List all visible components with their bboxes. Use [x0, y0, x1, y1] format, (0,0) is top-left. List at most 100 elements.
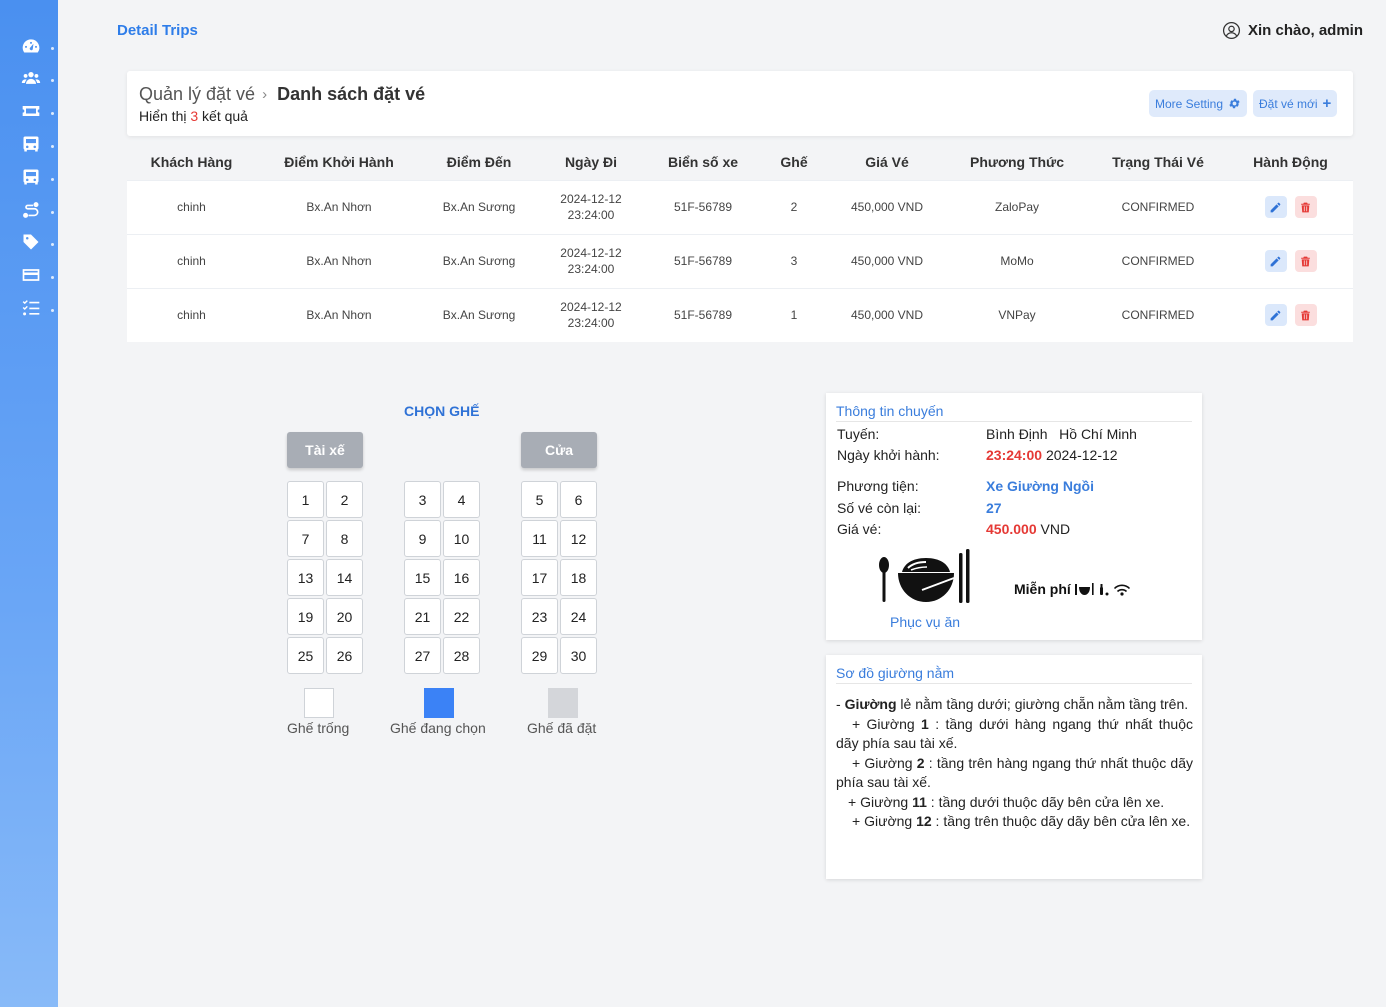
seat-button[interactable]: 23 [521, 598, 558, 635]
cell-to: Bx.An Sương [422, 287, 536, 342]
users-icon[interactable] [18, 65, 44, 91]
seat-button[interactable]: 5 [521, 481, 558, 518]
trash-icon [1301, 310, 1310, 321]
cell-customer: chinh [127, 233, 256, 288]
bed-map-card: Sơ đồ giường nằm - Giường lẻ nằm tầng dư… [826, 655, 1202, 879]
seat-button[interactable]: 9 [404, 520, 441, 557]
title-card: Quản lý đặt vé › Danh sách đặt vé Hiển t… [127, 71, 1353, 136]
edit-button[interactable] [1264, 196, 1287, 218]
bed-map-intro: - Giường lẻ nằm tầng dưới; giường chẵn n… [836, 696, 1189, 712]
seat-button[interactable]: 21 [404, 598, 441, 635]
ticket-icon[interactable] [18, 98, 44, 124]
sidebar-dot [51, 309, 54, 312]
remaining-label: Số vé còn lại: [837, 500, 922, 516]
cell-date: 2024-12-12 23:24:00 [536, 287, 646, 342]
seat-button[interactable]: 22 [443, 598, 480, 635]
breadcrumb-parent[interactable]: Quản lý đặt vé [139, 84, 255, 105]
seat-button[interactable]: 25 [287, 637, 324, 674]
seat-button[interactable]: 26 [326, 637, 363, 674]
seat-button[interactable]: 24 [560, 598, 597, 635]
seat-button[interactable]: 11 [521, 520, 558, 557]
seat-button[interactable]: 29 [521, 637, 558, 674]
seat-button[interactable]: 19 [287, 598, 324, 635]
seat-button[interactable]: 28 [443, 637, 480, 674]
bed-map-item: + Giường 12 : tầng trên thuộc dãy dãy bê… [852, 813, 1191, 829]
edit-button[interactable] [1264, 304, 1287, 327]
legend-selected-swatch [424, 688, 454, 718]
seat-button[interactable]: 30 [560, 637, 597, 674]
card-icon[interactable] [18, 262, 44, 288]
cell-method: MoMo [946, 233, 1088, 288]
breadcrumb[interactable]: Detail Trips [117, 22, 198, 39]
seat-button[interactable]: 8 [326, 520, 363, 557]
driver-area: Tài xế [287, 432, 363, 468]
delete-button[interactable] [1294, 304, 1317, 327]
table-header-row: Khách Hàng Điểm Khởi Hành Điểm Đến Ngày … [127, 145, 1353, 180]
table-row: chinh Bx.An Nhơn Bx.An Sương 2024-12-12 2… [127, 179, 1353, 234]
user-menu[interactable]: Xin chào, admin [1222, 21, 1363, 40]
seat-button[interactable]: 17 [521, 559, 558, 596]
vehicle-label: Phương tiện: [837, 478, 919, 494]
column-header: Khách Hàng [150, 154, 233, 171]
dashboard-icon[interactable] [18, 33, 44, 59]
cell-actions [1228, 287, 1353, 342]
more-setting-button[interactable]: More Setting [1149, 90, 1248, 117]
meal-label: Phục vụ ăn [890, 614, 961, 630]
sidebar-dot [51, 276, 54, 279]
tag-icon[interactable] [18, 229, 44, 255]
seat-button[interactable]: 10 [443, 520, 480, 557]
seat-button[interactable]: 14 [326, 559, 363, 596]
seat-button[interactable]: 6 [560, 481, 597, 518]
cell-seat: 3 [760, 233, 828, 288]
free-amenities: Miễn phí [1014, 581, 1133, 597]
legend-booked-swatch [548, 688, 578, 718]
seat-button[interactable]: 18 [560, 559, 597, 596]
vehicle-value: Xe Giường Ngồi [986, 478, 1094, 494]
seat-button[interactable]: 27 [404, 637, 441, 674]
bus-icon[interactable] [18, 164, 44, 190]
greeting-text: Xin chào, admin [1247, 22, 1363, 39]
delete-button[interactable] [1294, 250, 1317, 272]
seat-button[interactable]: 16 [443, 559, 480, 596]
sidebar-dot [51, 243, 54, 246]
new-booking-button[interactable]: Đặt vé mới + [1253, 90, 1338, 117]
page-breadcrumb: Quản lý đặt vé › Danh sách đặt vé [139, 84, 425, 105]
legend-empty-swatch [304, 688, 334, 718]
trip-info-card: Thông tin chuyến Tuyến: Bình Định Hồ Chí… [826, 393, 1202, 640]
seat-button[interactable]: 15 [404, 559, 441, 596]
bookings-table: Khách Hàng Điểm Khởi Hành Điểm Đến Ngày … [127, 145, 1353, 342]
route-value: Bình Định Hồ Chí Minh [986, 426, 1137, 442]
cell-seat: 2 [760, 179, 828, 234]
delete-button[interactable] [1294, 196, 1317, 218]
cell-price: 450,000 VND [828, 287, 946, 342]
route-label: Tuyến: [837, 426, 880, 442]
seat-button[interactable]: 3 [404, 481, 441, 518]
price-value: 450.000 VND [986, 521, 1071, 537]
seat-button[interactable]: 7 [287, 520, 324, 557]
bed-map-title: Sơ đồ giường nằm [836, 665, 1192, 684]
trip-info-title: Thông tin chuyến [836, 403, 1192, 422]
cell-customer: chinh [127, 287, 256, 342]
seat-button[interactable]: 13 [287, 559, 324, 596]
seat-button[interactable]: 20 [326, 598, 363, 635]
trash-icon [1301, 256, 1310, 266]
column-header: Ghế [780, 154, 808, 171]
edit-button[interactable] [1264, 250, 1287, 272]
seat-button[interactable]: 1 [287, 481, 324, 518]
sidebar-dot [51, 178, 54, 181]
sidebar [0, 0, 58, 1007]
meal-service-icon [879, 549, 970, 603]
bed-map-item: + Giường 11 : tầng dưới thuộc dãy bên cử… [848, 793, 1165, 810]
cell-actions [1228, 233, 1353, 288]
cell-customer: chinh [127, 179, 256, 234]
seat-button[interactable]: 2 [326, 481, 363, 518]
price-label: Giá vé: [837, 521, 882, 537]
cell-plate: 51F-56789 [646, 233, 760, 288]
user-circle-icon [1222, 21, 1241, 40]
bus-icon[interactable] [18, 131, 44, 157]
cell-date: 2024-12-12 23:24:00 [536, 233, 646, 288]
seat-button[interactable]: 12 [560, 520, 597, 557]
route-icon[interactable] [18, 197, 44, 223]
seat-button[interactable]: 4 [443, 481, 480, 518]
list-icon[interactable] [18, 295, 44, 321]
